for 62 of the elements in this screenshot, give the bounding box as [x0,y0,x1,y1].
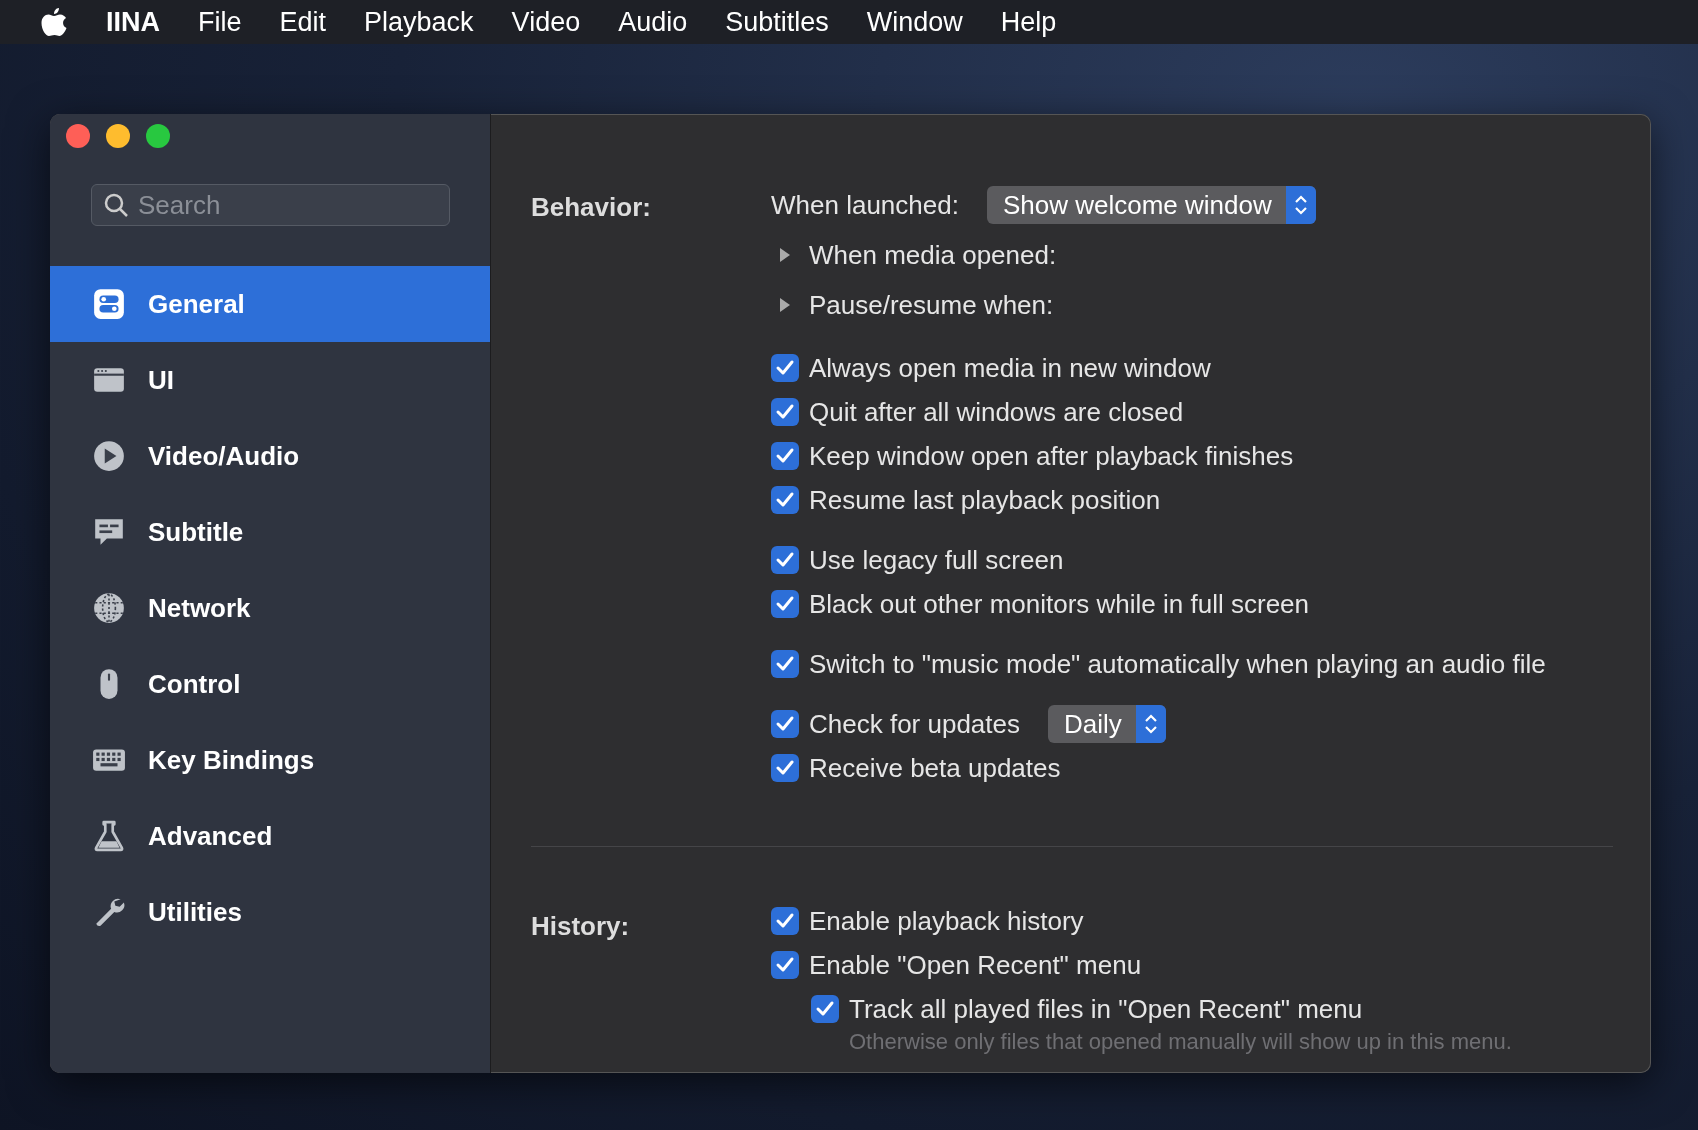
checkbox[interactable] [771,486,799,514]
menu-item[interactable]: Video [511,6,581,38]
checkbox-label[interactable]: Track all played files in "Open Recent" menu [849,993,1363,1025]
checkbox[interactable] [771,354,799,382]
stepper-chevrons-icon [1292,193,1309,217]
menu-item[interactable]: Audio [618,6,688,38]
field-label: When launched: [771,189,959,221]
sidebar-item[interactable]: Video/Audio [50,418,490,494]
checkbox[interactable] [771,754,799,782]
zoom-button[interactable] [146,124,170,148]
menu-item[interactable]: Edit [279,6,327,38]
checkbox-label[interactable]: Receive beta updates [809,752,1061,784]
checkbox-label[interactable]: Check for updates [809,708,1020,740]
checkbox[interactable] [811,995,839,1023]
menu-item[interactable]: Playback [364,6,474,38]
menu-item[interactable]: Subtitles [725,6,829,38]
minimize-button[interactable] [106,124,130,148]
checkbox-label[interactable]: Keep window open after playback finishes [809,440,1294,472]
sidebar-item[interactable]: Network [50,570,490,646]
hint-text: Otherwise only files that opened manually will show up in this menu. [848,1029,1512,1055]
section-title: Behavior: [531,191,652,224]
checkbox[interactable] [771,590,799,618]
sidebar-item[interactable]: Subtitle [50,494,490,570]
sidebar-item[interactable]: Control [50,646,490,722]
checkbox[interactable] [771,710,799,738]
disclosure-label[interactable]: Pause/resume when: [809,289,1054,321]
sidebar-item[interactable]: Advanced [50,798,490,874]
checkbox-label[interactable]: Switch to "music mode" automatically when playing an audio file [809,648,1546,680]
apple-logo-icon[interactable] [40,6,68,38]
disclosure-label[interactable]: When media opened: [809,239,1057,271]
section-title: History: [531,910,631,943]
stepper-chevrons-icon [1142,712,1159,736]
checkbox-label[interactable]: Black out other monitors while in full screen [809,588,1309,620]
sidebar-item[interactable]: UI [50,342,490,418]
sidebar-item[interactable]: Key Bindings [50,722,490,798]
menu-item[interactable]: File [198,6,242,38]
close-button[interactable] [66,124,90,148]
toggles-icon [92,287,126,321]
sidebar-item[interactable]: Utilities [50,874,490,950]
checkbox-label[interactable]: Resume last playback position [809,484,1161,516]
checkbox[interactable] [771,442,799,470]
play-icon [92,439,126,473]
checkbox[interactable] [771,907,799,935]
flask-icon [92,819,126,853]
checkbox-label[interactable]: Quit after all windows are closed [809,396,1184,428]
checkbox[interactable] [771,546,799,574]
checkbox-label[interactable]: Enable playback history [809,905,1084,937]
checkbox[interactable] [771,398,799,426]
app-menu[interactable]: IINA [106,6,160,38]
checkbox[interactable] [771,650,799,678]
sidebar-item[interactable]: General [50,266,490,342]
checkbox[interactable] [771,951,799,979]
globe-icon [92,591,126,625]
checkbox-label[interactable]: Enable "Open Recent" menu [809,949,1142,981]
popup-button[interactable]: Daily [1048,705,1166,743]
checkbox-label[interactable]: Always open media in new window [809,352,1211,384]
checkbox-label[interactable]: Use legacy full screen [809,544,1064,576]
menu-item[interactable]: Window [866,6,963,38]
search-icon [103,192,129,218]
popup-button[interactable]: Show welcome window [986,186,1316,224]
menu-item[interactable]: Help [1000,6,1057,38]
search-field[interactable]: Search [91,184,450,226]
